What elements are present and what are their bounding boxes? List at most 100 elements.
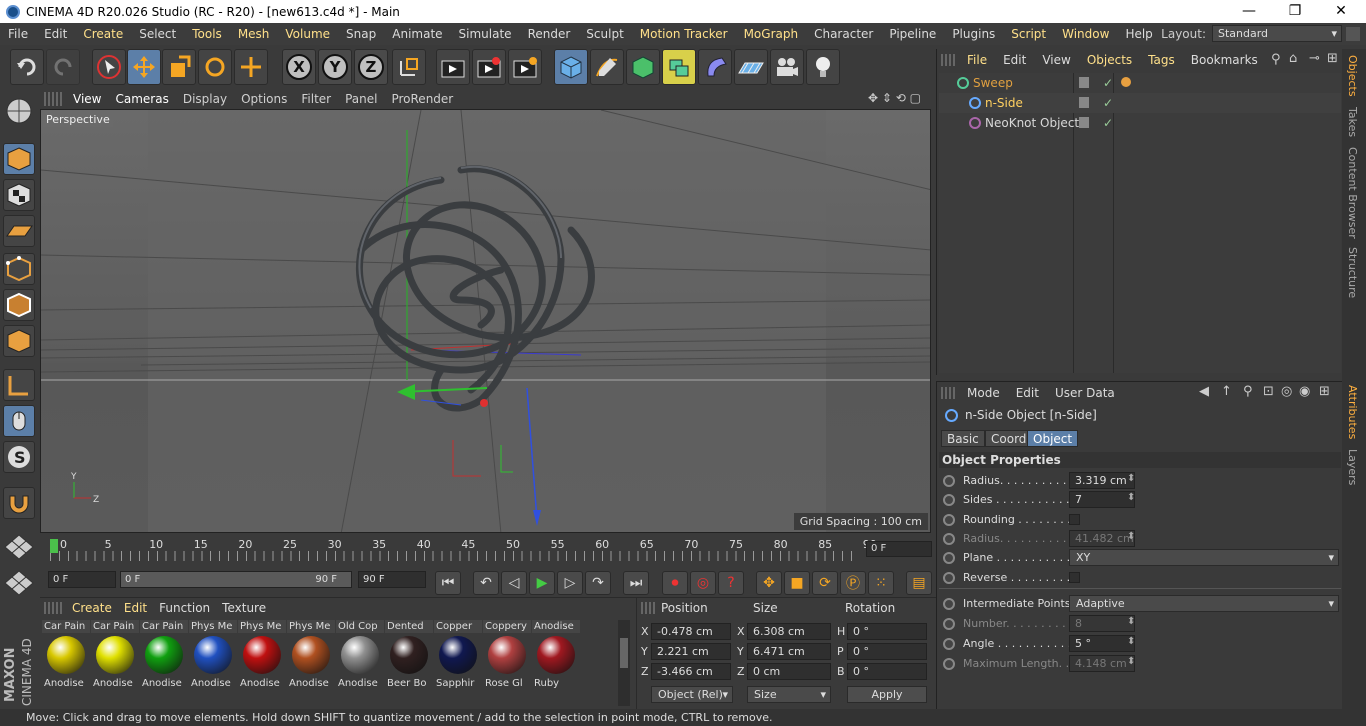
max-frame-field[interactable]: 90 F [358,571,426,588]
current-frame-field[interactable]: 0 F [866,541,932,557]
property-value-field[interactable]: 7 [1069,491,1135,509]
menu-character[interactable]: Character [806,23,881,45]
up-arrow-icon[interactable]: ↑ [1221,384,1232,399]
floor-object-button[interactable] [734,49,768,85]
attribute-tab-basic[interactable]: Basic [941,430,985,447]
material-swatch[interactable]: Car Pain Anodise [140,620,188,692]
viewport-menu-view[interactable]: View [66,89,108,109]
object-menu-file[interactable]: File [959,49,995,71]
animate-radio-icon[interactable] [943,598,955,610]
size-mode-select[interactable]: Size ▾ [747,686,831,703]
material-swatch[interactable]: Phys Me Anodise [189,620,237,692]
key-rotation-button[interactable]: ⟳ [812,571,838,595]
property-checkbox[interactable] [1069,571,1080,583]
property-dropdown[interactable]: XY ▾ [1069,549,1339,567]
points-mode-button[interactable] [3,253,35,285]
undo-button[interactable] [10,49,44,85]
menu-pipeline[interactable]: Pipeline [881,23,944,45]
back-arrow-icon[interactable]: ◀ [1199,384,1209,399]
coordinate-mode-select[interactable]: Object (Rel) ▾ [651,686,733,703]
tab-attributes[interactable]: Attributes [1346,385,1359,439]
live-selection-button[interactable] [92,49,126,85]
next-frame-button[interactable]: ▷ [557,571,583,595]
property-value-field[interactable]: 4.148 cm [1069,655,1135,672]
scrollbar-thumb[interactable] [620,638,628,668]
pen-spline-button[interactable] [590,49,624,85]
texture-mode-button[interactable] [3,179,35,211]
x-axis-lock-button[interactable]: X [282,49,316,85]
material-swatch[interactable]: Phys Me Anodise [287,620,335,692]
layout-lock-icon[interactable] [1346,27,1360,41]
material-swatch[interactable]: Dented Beer Bo [385,620,433,692]
drag-handle-icon[interactable] [44,92,62,106]
material-scrollbar[interactable] [618,620,630,706]
material-swatch[interactable]: Phys Me Anodise [238,620,286,692]
menu-window[interactable]: Window [1054,23,1117,45]
go-to-end-button[interactable]: ⏭ [623,571,649,595]
render-settings-button[interactable] [508,49,542,85]
attribute-menu-mode[interactable]: Mode [959,382,1008,404]
key-scale-button[interactable]: ■ [784,571,810,595]
attribute-menu-edit[interactable]: Edit [1008,382,1047,404]
go-to-start-button[interactable]: ⏮ [435,571,461,595]
enabled-check-icon[interactable]: ✓ [1103,113,1113,133]
render-picture-viewer-button[interactable] [472,49,506,85]
viewport-menu-options[interactable]: Options [234,89,294,109]
make-editable-button[interactable] [3,95,35,131]
layer-visibility-icon[interactable] [1079,117,1089,128]
menu-file[interactable]: File [0,23,36,45]
new-window-icon[interactable]: ⊞ [1327,51,1338,66]
link-icon[interactable]: ⊸ [1309,51,1320,66]
play-button[interactable]: ▶ [529,571,555,595]
rotate-tool-button[interactable] [198,49,232,85]
camera-object-button[interactable] [770,49,804,85]
menu-simulate[interactable]: Simulate [451,23,520,45]
coord-size-field[interactable]: 6.308 cm [747,623,831,640]
snapping-button[interactable]: S [3,441,35,473]
object-row[interactable]: NeoKnot Object ✓ [939,113,1341,133]
animate-radio-icon[interactable] [943,638,955,650]
material-swatch[interactable]: Car Pain Anodise [91,620,139,692]
layout-select[interactable]: Standard ▾ [1212,25,1342,42]
playhead-marker[interactable] [50,539,58,553]
menu-sculpt[interactable]: Sculpt [578,23,631,45]
home-icon[interactable]: ⌂ [1289,51,1297,66]
drag-handle-icon[interactable] [641,602,655,614]
menu-tools[interactable]: Tools [184,23,230,45]
key-parameter-button[interactable]: Ⓟ [840,571,866,595]
property-checkbox[interactable] [1069,513,1080,525]
animate-radio-icon[interactable] [943,571,955,584]
menu-script[interactable]: Script [1003,23,1054,45]
viewport-menu-filter[interactable]: Filter [294,89,338,109]
enabled-check-icon[interactable]: ✓ [1103,73,1113,93]
animate-radio-icon[interactable] [943,532,955,545]
material-swatch[interactable]: Car Pain Anodise [42,620,90,692]
key-pla-button[interactable]: ⁙ [868,571,894,595]
material-swatch[interactable]: Old Cop Anodise [336,620,384,692]
workplane-mode-button[interactable] [3,215,35,247]
animate-radio-icon[interactable] [943,658,955,670]
move-tool-button[interactable] [127,49,161,85]
object-menu-tags[interactable]: Tags [1140,49,1183,71]
lock-icon[interactable]: ⊡ [1263,384,1274,399]
coord-pos-field[interactable]: -3.466 cm [651,663,731,680]
y-axis-lock-button[interactable]: Y [318,49,352,85]
menu-snap[interactable]: Snap [338,23,384,45]
drag-handle-icon[interactable] [941,387,955,399]
object-name[interactable]: NeoKnot Object [985,113,1079,133]
polygons-mode-button[interactable] [3,325,35,357]
tab-takes[interactable]: Takes [1346,107,1359,137]
menu-render[interactable]: Render [520,23,579,45]
search-icon[interactable]: ⚲ [1243,384,1253,399]
edges-mode-button[interactable] [3,289,35,321]
stepper-icon[interactable]: ⬍ [1127,636,1135,647]
tab-structure[interactable]: Structure [1346,247,1359,298]
property-value-field[interactable]: 5 ° [1069,635,1135,652]
menu-motion-tracker[interactable]: Motion Tracker [632,23,736,45]
stepper-icon[interactable]: ⬍ [1127,531,1135,542]
min-frame-field[interactable]: 0 F [48,571,116,588]
previous-key-button[interactable]: ↶ [473,571,499,595]
property-value-field[interactable]: 41.482 cm [1069,529,1135,547]
coord-pos-field[interactable]: -0.478 cm [651,623,731,640]
apply-button[interactable]: Apply [847,686,927,703]
